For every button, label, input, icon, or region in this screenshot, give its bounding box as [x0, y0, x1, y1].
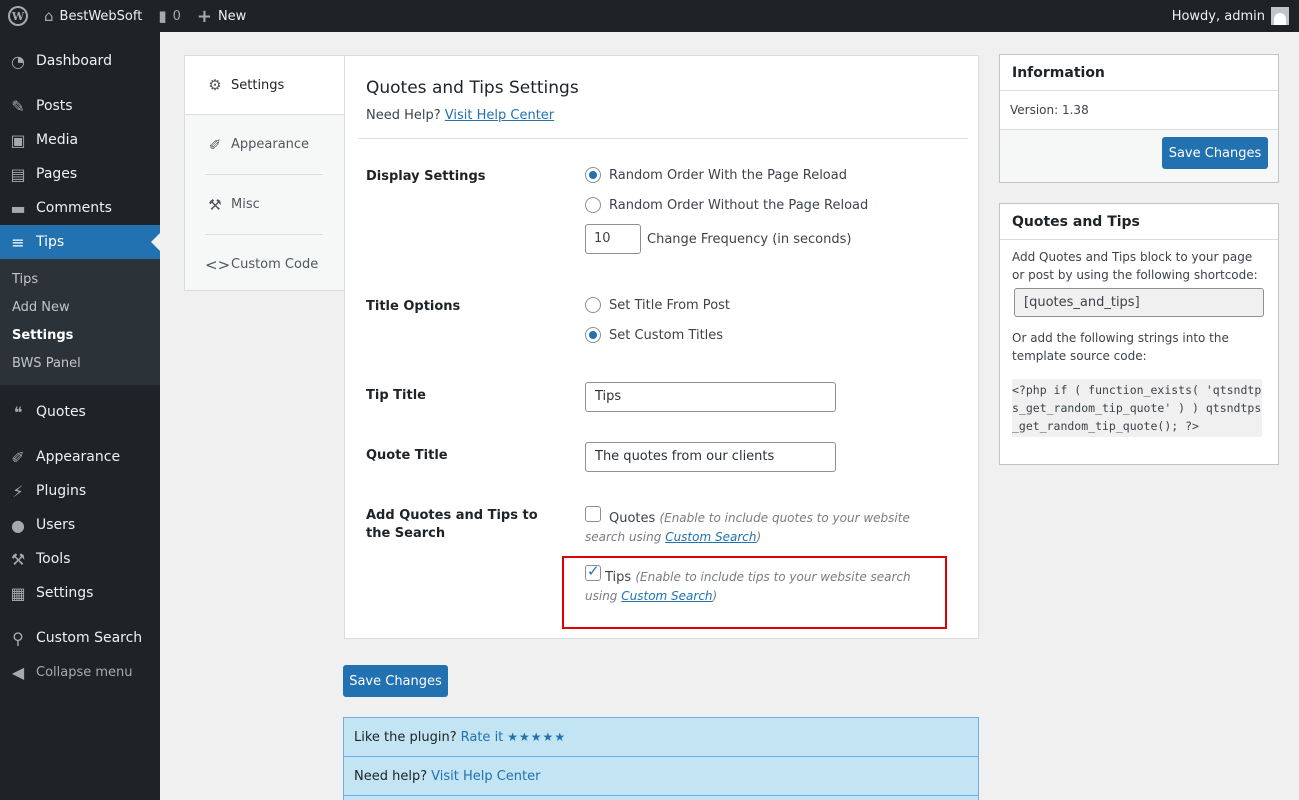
tips-submenu: Tips Add New Settings BWS Panel [0, 259, 160, 385]
submenu-add-new[interactable]: Add New [0, 294, 160, 322]
sidebar-item-plugins[interactable]: ⚡ Plugins [0, 474, 160, 508]
settings-icon: ▦ [10, 583, 26, 603]
user-icon: ● [11, 515, 25, 535]
rate-link[interactable]: Rate it [461, 730, 504, 745]
radio-unchecked[interactable] [585, 297, 601, 313]
search-icon: ⚲ [12, 628, 24, 648]
plugin-icon: ⚡ [12, 481, 24, 501]
rate-row: Like the plugin? Rate it ★★★★★ [344, 718, 978, 757]
tip-title-input[interactable]: Tips [585, 382, 836, 412]
quotes-checkbox[interactable] [585, 506, 601, 522]
radio-unchecked[interactable] [585, 197, 601, 213]
sidebar-item-pages[interactable]: ▤ Pages [0, 157, 160, 191]
title-option-from-post[interactable]: Set Title From Post [585, 297, 730, 313]
admin-sidebar: ◔ Dashboard ✎ Posts ▣ Media ▤ Pages ▬ Comment… [0, 32, 160, 800]
help-text: Need Help? Visit Help Center [366, 108, 555, 123]
comments-link[interactable]: ▮ 0 [150, 0, 189, 32]
dashboard-icon: ◔ [11, 51, 25, 71]
media-icon: ▣ [10, 130, 26, 150]
tab-custom-code[interactable]: <> Custom Code [185, 235, 345, 294]
avatar [1271, 7, 1289, 25]
version-text: Version: 1.38 [1000, 91, 1278, 130]
code-icon: <> [205, 255, 231, 274]
submenu-tips[interactable]: Tips [0, 266, 160, 294]
sidebar-item-users[interactable]: ● Users [0, 508, 160, 542]
radio-checked[interactable] [585, 167, 601, 183]
wrench-icon: ⚒ [208, 195, 222, 214]
comments-icon: ▬ [10, 198, 26, 218]
settings-panel: Quotes and Tips Settings Need Help? Visi… [344, 55, 979, 639]
comment-bubble-icon: ▮ [158, 7, 167, 25]
quote-title-label: Quote Title [366, 448, 448, 463]
new-content-link[interactable]: + New [189, 0, 254, 32]
sidebar-item-settings[interactable]: ▦ Settings [0, 576, 160, 610]
sidebar-item-appearance[interactable]: ✐ Appearance [0, 440, 160, 474]
search-label: Add Quotes and Tips to the Search [366, 508, 538, 541]
shortcode-box-body: Add Quotes and Tips block to your page o… [1000, 240, 1278, 445]
submenu-bws-panel[interactable]: BWS Panel [0, 350, 160, 378]
sidebar-item-comments[interactable]: ▬ Comments [0, 191, 160, 225]
wrench-icon: ⚒ [10, 549, 26, 569]
highlight-box [562, 556, 947, 629]
pin-icon: ✎ [11, 96, 25, 116]
site-name-link[interactable]: ⌂ BestWebSoft [36, 0, 150, 32]
radio-checked[interactable] [585, 327, 601, 343]
quote-icon: ❝ [13, 402, 23, 422]
gear-icon: ⚙ [208, 76, 222, 94]
page-title: Quotes and Tips Settings [366, 78, 579, 98]
stars-icon: ★★★★★ [507, 730, 567, 744]
frequency-input[interactable]: 10 [585, 224, 641, 254]
plus-icon: + [196, 5, 212, 27]
save-changes-button[interactable]: Save Changes [343, 665, 448, 697]
template-instructions: Or add the following strings into the te… [1012, 331, 1229, 363]
tab-settings[interactable]: ⚙ Settings [185, 56, 346, 115]
account-menu[interactable]: Howdy, admin [1164, 0, 1299, 32]
brush-icon: ✐ [208, 135, 222, 154]
sidebar-item-media[interactable]: ▣ Media [0, 123, 160, 157]
shortcode-box-title: Quotes and Tips [1000, 204, 1278, 240]
help-row: Need help? Visit Help Center [344, 757, 978, 796]
shortcode-box: Quotes and Tips Add Quotes and Tips bloc… [999, 203, 1279, 465]
collapse-menu-button[interactable]: ◀ Collapse menu [0, 655, 160, 689]
shortcode-instructions: Add Quotes and Tips block to your page o… [1012, 250, 1258, 282]
shortcode-field[interactable]: [quotes_and_tips] [1014, 288, 1264, 317]
information-box: Information Version: 1.38 Save Changes [999, 54, 1279, 183]
divider [358, 138, 968, 139]
help-center-link[interactable]: Visit Help Center [431, 769, 540, 784]
quotes-search-option: Quotes (Enable to include quotes to your… [585, 506, 945, 547]
display-settings-label: Display Settings [366, 169, 486, 184]
tips-icon: ≡ [11, 232, 25, 252]
information-footer: Save Changes [1000, 130, 1278, 182]
title-options-label: Title Options [366, 299, 461, 314]
collapse-icon: ◀ [11, 662, 25, 682]
sidebar-item-dashboard[interactable]: ◔ Dashboard [0, 44, 160, 78]
tip-title-label: Tip Title [366, 388, 426, 403]
quote-title-input[interactable]: The quotes from our clients [585, 442, 836, 472]
sidebar-item-posts[interactable]: ✎ Posts [0, 89, 160, 123]
help-center-link[interactable]: Visit Help Center [445, 108, 554, 123]
wordpress-logo-icon[interactable]: W [0, 0, 36, 32]
tab-misc[interactable]: ⚒ Misc [185, 175, 345, 234]
pages-icon: ▤ [10, 164, 26, 184]
display-option-reload[interactable]: Random Order With the Page Reload [585, 167, 847, 183]
template-code[interactable]: <?php if ( function_exists( 'qtsndtps_ge… [1012, 379, 1262, 437]
display-option-no-reload[interactable]: Random Order Without the Page Reload [585, 197, 868, 213]
tab-appearance[interactable]: ✐ Appearance [185, 115, 345, 174]
title-option-custom[interactable]: Set Custom Titles [585, 327, 723, 343]
brush-icon: ✐ [11, 447, 25, 467]
sidebar-item-tips[interactable]: ≡ Tips [0, 225, 160, 259]
settings-tabs: ⚙ Settings ✐ Appearance ⚒ Misc <> Custom… [184, 55, 346, 294]
sidebar-item-quotes[interactable]: ❝ Quotes [0, 395, 160, 429]
custom-search-link[interactable]: Custom Search [665, 530, 756, 544]
information-title: Information [1000, 55, 1278, 91]
sidebar-item-tools[interactable]: ⚒ Tools [0, 542, 160, 576]
home-icon: ⌂ [44, 7, 54, 25]
sidebar-item-custom-search[interactable]: ⚲ Custom Search [0, 621, 160, 655]
plugin-notice: Like the plugin? Rate it ★★★★★ Need help… [343, 717, 979, 800]
change-frequency-row: 10 Change Frequency (in seconds) [585, 224, 851, 254]
admin-bar: W ⌂ BestWebSoft ▮ 0 + New Howdy, admin [0, 0, 1299, 32]
save-changes-button[interactable]: Save Changes [1162, 137, 1268, 169]
submenu-settings[interactable]: Settings [0, 322, 160, 350]
